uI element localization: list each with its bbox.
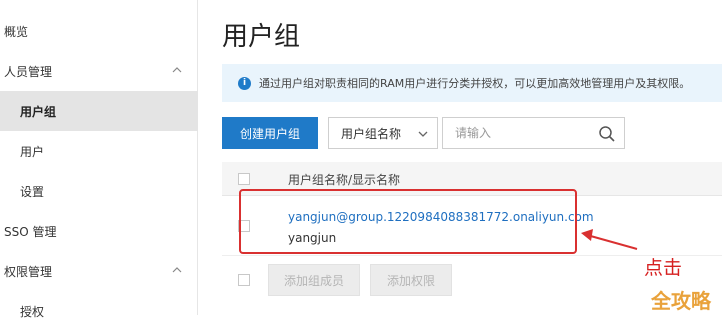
info-text: 通过用户组对职责相同的RAM用户进行分类并授权，可以更加高效地管理用户及其权限。 (259, 77, 691, 90)
chevron-up-icon (172, 67, 182, 73)
select-all-checkbox[interactable] (238, 173, 250, 185)
sidebar-item-permission-management[interactable]: 权限管理 (0, 251, 198, 291)
sidebar-item-sso-management[interactable]: SSO 管理 (0, 211, 198, 251)
add-members-button[interactable]: 添加组成员 (268, 264, 360, 296)
sidebar-item-overview[interactable]: 概览 (0, 11, 198, 51)
column-header-group-name: 用户组名称/显示名称 (288, 173, 401, 187)
info-icon: i (238, 76, 251, 90)
search-input[interactable] (443, 118, 593, 148)
sidebar-item-label: 人员管理 (4, 64, 53, 79)
annotation-text: 点击 (644, 257, 683, 279)
page-title: 用户组 (222, 22, 301, 52)
search-box (442, 117, 625, 149)
add-permissions-button[interactable]: 添加权限 (370, 264, 452, 296)
main-content: 用户组 i 通过用户组对职责相同的RAM用户进行分类并授权，可以更加高效地管理用… (199, 0, 722, 315)
sidebar-item-authorization[interactable]: 授权 (0, 291, 198, 331)
sidebar: 概览 人员管理 用户组 用户 设置 SSO 管理 权限管理 授权 (0, 0, 198, 319)
sidebar-item-label: SSO 管理 (4, 224, 57, 239)
sidebar-item-label: 概览 (4, 24, 29, 39)
watermark: 全攻略 (651, 289, 711, 313)
sidebar-item-label: 用户组 (20, 104, 57, 119)
sidebar-item-label: 用户 (20, 144, 45, 159)
search-icon[interactable] (598, 125, 616, 143)
search-type-select[interactable]: 用户组名称 (328, 117, 438, 149)
chevron-down-icon (418, 131, 428, 137)
sidebar-item-label: 设置 (20, 184, 45, 199)
sidebar-item-user-groups[interactable]: 用户组 (0, 91, 198, 131)
annotation-highlight-box (239, 189, 577, 254)
info-banner: i 通过用户组对职责相同的RAM用户进行分类并授权，可以更加高效地管理用户及其权… (222, 64, 722, 102)
annotation-arrow-icon (581, 229, 638, 250)
create-user-group-button[interactable]: 创建用户组 (222, 117, 318, 149)
search-type-value: 用户组名称 (341, 126, 402, 141)
sidebar-item-label: 权限管理 (4, 264, 53, 279)
sidebar-item-settings[interactable]: 设置 (0, 171, 198, 211)
sidebar-item-users[interactable]: 用户 (0, 131, 198, 171)
chevron-up-icon (172, 267, 182, 273)
sidebar-item-people-management[interactable]: 人员管理 (0, 51, 198, 91)
sidebar-item-label: 授权 (20, 304, 45, 319)
footer-checkbox[interactable] (238, 274, 250, 286)
